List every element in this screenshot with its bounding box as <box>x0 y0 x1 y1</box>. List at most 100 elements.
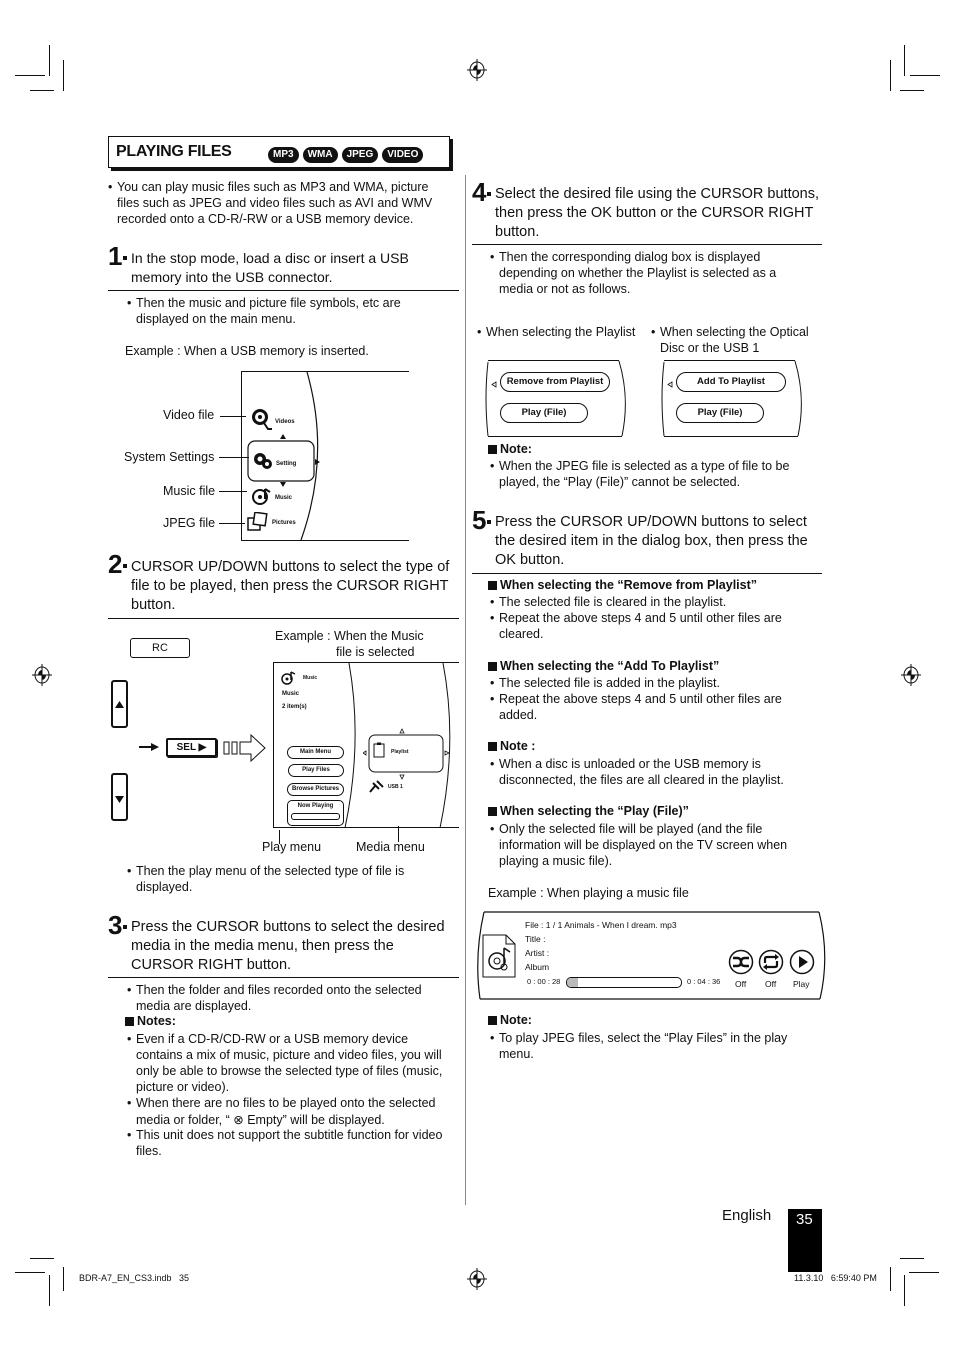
music-disc-icon <box>252 487 272 505</box>
main-menu-diagram: Videos Setting Music Pictures <box>241 371 409 541</box>
divider <box>108 618 459 619</box>
media-playlist[interactable]: Playlist <box>391 749 409 755</box>
text-line: media are displayed. <box>136 999 252 1013</box>
text-line: file to be played, then press the CURSOR… <box>131 578 449 594</box>
browse-pictures-button[interactable]: Browse Pictures <box>287 783 344 796</box>
now-playing-screen: File : 1 / 1 Animals - When I dream. mp3… <box>474 911 826 1001</box>
arrow-right-icon <box>139 742 159 752</box>
add-to-playlist-button[interactable]: Add To Playlist <box>676 372 786 392</box>
note-bullet: • When the JPEG file is selected as a ty… <box>490 458 819 490</box>
text-line: This unit does not support the subtitle … <box>136 1128 443 1142</box>
section-title: PLAYING FILES <box>116 143 232 160</box>
step-text: Select the desired file using the CURSOR… <box>495 185 825 242</box>
text-line: media or folder, “ ⊗ Empty” will be disp… <box>136 1113 385 1127</box>
track-title: Title : <box>525 934 546 944</box>
media-usb1[interactable]: USB 1 <box>388 784 403 790</box>
divider <box>108 977 459 978</box>
text-line: recorded onto a CD-R/-RW or a USB memory… <box>117 212 414 226</box>
sel-button[interactable]: SEL ▶ <box>166 738 217 757</box>
step-bullet: • Then the play menu of the selected typ… <box>127 863 456 895</box>
remove-bullet: • The selected file is cleared in the pl… <box>490 594 819 610</box>
column-divider <box>465 175 466 1205</box>
divider <box>472 244 822 245</box>
crop-mark <box>910 75 940 76</box>
text-line: picture or video). <box>136 1080 230 1094</box>
play-files-button[interactable]: Play Files <box>288 764 344 777</box>
text-line: Press the CURSOR UP/DOWN buttons to sele… <box>495 514 807 530</box>
usb-icon <box>369 780 385 794</box>
track-artist: Artist : <box>525 948 550 958</box>
rc-label-box: RC <box>130 638 190 658</box>
format-badges: MP3 WMA JPEG VIDEO <box>264 144 424 163</box>
text-line: To play JPEG files, select the “Play Fil… <box>499 1031 788 1045</box>
play-bullet: • Only the selected file will be played … <box>490 821 819 869</box>
badge-wma: WMA <box>302 147 338 163</box>
progress-fill <box>567 978 579 987</box>
example-caption: Example : When playing a music file <box>488 886 689 900</box>
menu-item-music: Music <box>275 495 293 501</box>
step-number: 3 <box>108 912 128 938</box>
step-text: Press the CURSOR UP/DOWN buttons to sele… <box>495 513 825 570</box>
repeat-icon[interactable] <box>758 949 784 975</box>
crop-mark <box>904 1275 905 1306</box>
crop-mark <box>900 90 924 91</box>
text-line: Example : When the Music <box>275 629 424 643</box>
print-timestamp: 11.3.10 6:59:40 PM <box>794 1273 877 1283</box>
crop-mark <box>30 90 54 91</box>
page-number-tab: 35 <box>788 1209 822 1272</box>
now-playing-panel[interactable]: Now Playing <box>287 800 344 826</box>
cursor-down-button[interactable] <box>111 773 128 821</box>
gears-icon <box>252 450 274 472</box>
hollow-arrow-icon <box>223 733 267 763</box>
section-header: PLAYING FILES MP3 WMA JPEG VIDEO <box>108 136 450 168</box>
cursor-up-button[interactable] <box>111 680 128 728</box>
text-line: played, the “Play (File)” cannot be sele… <box>499 475 741 489</box>
text-line: button. <box>495 224 540 240</box>
badge-mp3: MP3 <box>268 147 299 163</box>
text-line: memory into the USB connector. <box>131 269 333 285</box>
progress-bar[interactable] <box>566 977 682 988</box>
shuffle-icon[interactable] <box>728 949 754 975</box>
callout-line <box>219 457 249 458</box>
text-line: then press the OK button or the CURSOR R… <box>495 205 814 221</box>
crop-mark <box>890 60 891 91</box>
play-menu-diagram: Music Music 2 item(s) Main Menu Play Fil… <box>273 662 459 830</box>
menu-item-videos: Videos <box>275 419 295 425</box>
case-optical: • When selecting the Optical Disc or the… <box>651 324 825 356</box>
page-number: 35 <box>796 1211 813 1228</box>
text-line: CURSOR UP/DOWN buttons to select the typ… <box>131 559 450 575</box>
example-caption: Example : When a USB memory is inserted. <box>125 344 369 358</box>
play-status: Play <box>793 979 810 989</box>
remove-from-playlist-button[interactable]: Remove from Playlist <box>500 372 610 392</box>
now-playing-bar <box>291 813 340 820</box>
note-bullet: • To play JPEG files, select the “Play F… <box>490 1030 819 1062</box>
play-file-button[interactable]: Play (File) <box>500 403 588 423</box>
step-bullet: • Then the music and picture file symbol… <box>127 295 456 327</box>
callout-music-file: Music file <box>163 484 216 498</box>
text-line: Select the desired file using the CURSOR… <box>495 186 819 202</box>
main-menu-button[interactable]: Main Menu <box>287 746 344 759</box>
text-line: When selecting the Playlist <box>486 325 636 339</box>
text-line: only be able to browse the selected type… <box>136 1064 443 1078</box>
text-line: disconnected, the files are all cleared … <box>499 773 784 787</box>
note-heading: Note: <box>488 442 532 456</box>
text-line: OK button. <box>495 552 565 568</box>
crop-mark <box>890 1267 891 1291</box>
pictures-icon <box>246 512 268 532</box>
play-file-button[interactable]: Play (File) <box>676 403 764 423</box>
divider <box>108 290 459 291</box>
remove-bullet: • Repeat the above steps 4 and 5 until o… <box>490 610 819 642</box>
text-line: file is selected <box>336 645 415 659</box>
folder-name: Music <box>282 691 300 697</box>
play-icon[interactable] <box>789 949 815 975</box>
text-line: playing a music file). <box>499 854 613 868</box>
registration-mark-icon <box>467 59 487 81</box>
step-text: CURSOR UP/DOWN buttons to select the typ… <box>131 558 461 615</box>
step-number: 1 <box>108 243 128 269</box>
registration-mark-icon <box>901 664 921 686</box>
callout-system-settings: System Settings <box>124 450 215 464</box>
text-line: Repeat the above steps 4 and 5 until oth… <box>499 692 782 706</box>
crop-mark <box>63 60 64 91</box>
text-line: When a disc is unloaded or the USB memor… <box>499 757 761 771</box>
step-number: 5 <box>472 507 492 533</box>
